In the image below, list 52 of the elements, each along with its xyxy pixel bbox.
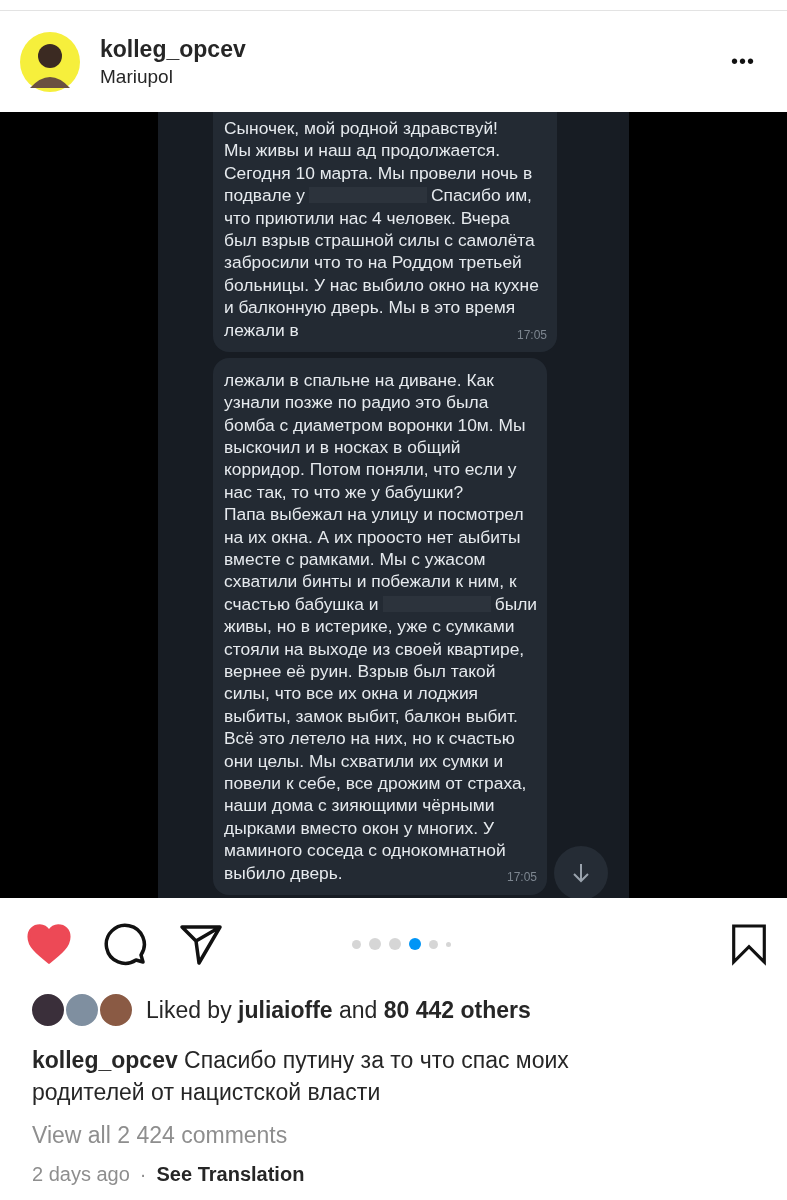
message-text: что приютили нас 4 человек. Вчера	[224, 206, 510, 229]
message-text: больницы. У нас выбило окно на кухне	[224, 273, 539, 297]
message-text: и балконную дверь. Мы в это время	[224, 296, 516, 319]
separator: ·	[139, 1162, 147, 1187]
heart-icon[interactable]	[27, 922, 71, 966]
location[interactable]: Mariupol	[100, 63, 719, 90]
more-button[interactable]: •••	[719, 50, 767, 73]
message-text: Всё это летело на них, но к счастью	[224, 727, 515, 750]
message-text: Сегодня 10 марта. Мы провели ночь в	[224, 161, 533, 185]
bookmark-icon[interactable]	[731, 922, 767, 966]
message-text: выбиты, замок выбит, балкон выбит.	[224, 704, 518, 728]
message-text: выбило дверь.	[224, 861, 343, 884]
message-text: лежали в спальне на диване. Как	[224, 368, 494, 392]
message-text: они целы. Мы схватили их сумки и	[224, 749, 504, 772]
message-text: Сыночек, мой родной здравствуй!	[224, 117, 498, 140]
message-time: 17:05	[506, 869, 537, 887]
username[interactable]: kolleg_opcev	[100, 33, 719, 64]
scroll-down-button[interactable]	[554, 846, 608, 898]
message-time: 17:05	[516, 326, 547, 344]
message-text: дырками вместо окон у многих. У	[224, 816, 494, 840]
message-text: на их окна. А их проосто нет аыбиты	[224, 525, 521, 549]
message-text: узнали позже по радио это была	[224, 391, 489, 414]
message-text: наши дома с зияющими чёрными	[224, 794, 495, 817]
see-translation-link[interactable]: See Translation	[156, 1160, 305, 1188]
caption: kolleg_opcev Спасибо путину за то что спас моих родителей от нацистской власти	[32, 1046, 570, 1107]
message-text: бомба с диаметром воронки 10м. Мы	[224, 413, 526, 437]
message-text: маминого соседа с однокомнатной	[224, 839, 506, 862]
message-text: был взрыв страшной силы с самолёта	[224, 228, 535, 252]
message-text: вернее её руин. Взрыв был такой	[224, 660, 496, 683]
message-text: живы, но в истерике, уже с сумками	[224, 615, 515, 638]
message-text: подвале у	[224, 184, 305, 207]
message-text: Спасибо им,	[430, 184, 532, 207]
post-time: 2 days ago	[32, 1162, 130, 1187]
send-icon[interactable]	[179, 922, 223, 966]
message-text: выскочил и в носках в общий	[224, 436, 461, 459]
likes-text[interactable]: Liked by juliaioffe and 80 442 others	[146, 996, 531, 1024]
message-text: схватили бинты и побежали к ним, к	[224, 570, 517, 593]
message-text: Папа выбежал на улицу и посмотрел	[224, 503, 524, 526]
message-text: стояли на выходе из своей квартире,	[224, 637, 525, 660]
message-text: вместе с рамками. Мы с ужасом	[224, 548, 486, 571]
message-text: лежали в	[224, 318, 299, 341]
message-text: корридор. Потом поняли, что если у	[224, 458, 517, 481]
message-text: счастью бабушка и	[224, 592, 379, 616]
comment-icon[interactable]	[103, 922, 147, 966]
message-text: забросили что то на Роддом третьей	[224, 251, 522, 274]
message-text: нас так, то что же у бабушки?	[224, 480, 464, 504]
message-text: Мы живы и наш ад продолжается.	[224, 139, 501, 162]
message-text: повели к себе, все дрожим от страха,	[224, 771, 527, 795]
avatar[interactable]	[20, 31, 80, 92]
message-text: были	[494, 592, 537, 616]
arrow-down-icon	[570, 862, 592, 884]
message-text: силы, что все их окна и лоджия	[224, 682, 478, 705]
